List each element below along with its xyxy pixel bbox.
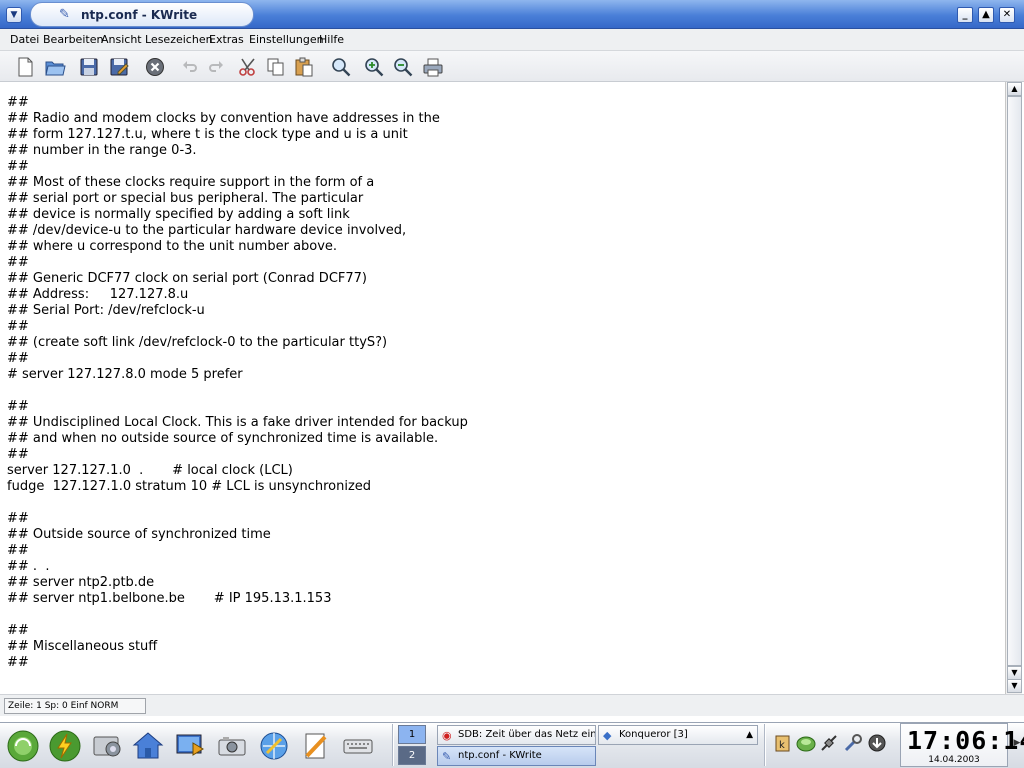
konqueror-task-icon: ◆ [603, 729, 612, 742]
save-icon[interactable] [77, 55, 101, 79]
redo-icon[interactable] [205, 55, 229, 79]
kwrite-app-icon: ✎ [59, 7, 70, 22]
menu-einstellungen[interactable]: Einstellungen [249, 33, 324, 46]
menu-bearbeiten[interactable]: Bearbeiten [43, 33, 103, 46]
kwrite-icon: ✎ [442, 750, 452, 763]
scroll-up-button[interactable]: ▲ [1007, 82, 1022, 96]
new-file-icon[interactable] [13, 55, 37, 79]
svg-text:k: k [779, 740, 785, 751]
task-sdb-label: SDB: Zeit über das Netz eins [458, 729, 596, 740]
editor-text[interactable]: ## ## Radio and modem clocks by conventi… [7, 95, 468, 671]
save-as-icon[interactable] [107, 55, 131, 79]
scroll-down-button[interactable]: ▼ [1007, 666, 1022, 680]
lightning-icon[interactable] [45, 727, 85, 765]
scroll-down-button-2[interactable]: ▼ [1007, 679, 1022, 693]
main-toolbar [0, 51, 1024, 82]
menu-datei[interactable]: Datei [10, 33, 39, 46]
clock-time: 17:06:14 [907, 726, 1024, 755]
zoom-out-icon[interactable] [391, 55, 415, 79]
taskbar-separator [392, 724, 394, 766]
copy-icon[interactable] [264, 55, 288, 79]
download-icon[interactable] [866, 730, 888, 756]
office-icon[interactable] [296, 727, 336, 765]
zoom-in-icon[interactable] [362, 55, 386, 79]
tools-icon[interactable] [842, 730, 864, 756]
task-konqueror-label: Konqueror [3] [619, 729, 688, 740]
desktop-2-button[interactable]: 2 [398, 746, 426, 765]
task-group-arrow-icon[interactable]: ▲ [746, 726, 753, 744]
menu-bar: Datei Bearbeiten Ansicht Lesezeichen Ext… [0, 29, 1024, 51]
task-sdb[interactable]: ◉ SDB: Zeit über das Netz eins [437, 725, 596, 745]
vertical-scrollbar[interactable]: ▲ ▼ ▼ [1005, 82, 1022, 694]
home-icon[interactable] [128, 727, 168, 765]
taskbar-separator-2 [764, 724, 766, 766]
window-title: ntp.conf - KWrite [81, 8, 198, 22]
open-folder-icon[interactable] [43, 55, 67, 79]
desktop-icon[interactable] [170, 727, 210, 765]
title-bar[interactable]: ▼ ✎ ntp.conf - KWrite _ ▲ ✕ [0, 0, 1024, 29]
cut-icon[interactable] [236, 55, 260, 79]
clock-date: 14.04.2003 [928, 755, 980, 765]
text-editor-area[interactable]: ## ## Radio and modem clocks by conventi… [0, 82, 1005, 694]
paste-icon[interactable] [292, 55, 316, 79]
task-kwrite[interactable]: ✎ ntp.conf - KWrite [437, 746, 596, 766]
print-icon[interactable] [421, 55, 445, 79]
menu-ansicht[interactable]: Ansicht [101, 33, 142, 46]
maximize-button[interactable]: ▲ [978, 7, 994, 23]
konqueror-icon[interactable] [254, 727, 294, 765]
task-konqueror[interactable]: ◆ Konqueror [3] ▲ [598, 725, 758, 745]
task-kwrite-label: ntp.conf - KWrite [458, 750, 542, 761]
suse-icon[interactable] [795, 730, 817, 756]
klipper-icon[interactable]: k [772, 730, 794, 756]
status-position: Zeile: 1 Sp: 0 Einf NORM [4, 698, 146, 714]
desktop-1-button[interactable]: 1 [398, 725, 426, 744]
undo-icon[interactable] [177, 55, 201, 79]
network-plug-icon[interactable] [818, 730, 840, 756]
menu-lesezeichen[interactable]: Lesezeichen [145, 33, 213, 46]
close-icon[interactable] [143, 55, 167, 79]
clock-widget[interactable]: 17:06:14 14.04.2003 [900, 723, 1024, 767]
lifebuoy-icon: ◉ [442, 729, 452, 742]
minimize-button[interactable]: _ [957, 7, 973, 23]
control-center-icon[interactable] [87, 727, 127, 765]
kmenu-icon[interactable] [3, 727, 43, 765]
panel-hide-arrow-icon[interactable]: ▶ [1010, 730, 1024, 756]
find-icon[interactable] [329, 55, 353, 79]
keyboard-icon[interactable] [338, 727, 378, 765]
desktop-pager: 1 2 [398, 725, 426, 765]
scroll-thumb[interactable] [1007, 96, 1022, 666]
status-bar: Zeile: 1 Sp: 0 Einf NORM [0, 694, 1024, 716]
camera-icon[interactable] [212, 727, 252, 765]
menu-hilfe[interactable]: Hilfe [319, 33, 344, 46]
close-button[interactable]: ✕ [999, 7, 1015, 23]
window-title-pill: ✎ ntp.conf - KWrite [30, 2, 254, 27]
menu-extras[interactable]: Extras [209, 33, 244, 46]
window-menu-button[interactable]: ▼ [6, 7, 22, 23]
